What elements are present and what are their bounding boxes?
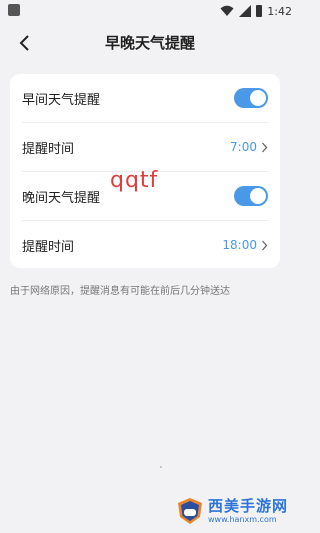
evening-time-value[interactable]: 18:00 [222,238,268,252]
toggle-knob [250,90,266,106]
overlay-text: qqtf [110,168,159,193]
evening-reminder-label: 晚间天气提醒 [22,190,101,206]
watermark-title: 西美手游网 [208,496,289,515]
morning-reminder-label: 早间天气提醒 [22,92,101,108]
status-icons: 1:42 [220,3,292,19]
status-time: 1:42 [267,4,292,18]
evening-reminder-toggle[interactable] [234,186,268,206]
watermark-url: www.hanxm.com [208,514,277,524]
toggle-knob [250,188,266,204]
evening-time-label: 提醒时间 [22,239,75,255]
battery-icon [256,5,263,17]
notification-icon [8,4,20,16]
watermark: 西美手游网 www.hanxm.com [176,494,296,528]
status-bar: 1:42 [0,0,300,24]
shield-logo-icon [178,498,202,524]
chevron-right-icon [262,240,268,250]
signal-icon [239,5,252,17]
morning-time-text: 7:00 [230,140,257,154]
morning-reminder-toggle[interactable] [234,88,268,108]
morning-time-row[interactable]: 提醒时间 7:00 [22,123,268,171]
divider-dot [160,466,162,468]
morning-time-label: 提醒时间 [22,141,75,157]
morning-time-value[interactable]: 7:00 [230,140,268,154]
wifi-icon [220,5,234,16]
delivery-note: 由于网络原因，提醒消息有可能在前后几分钟送达 [10,286,230,297]
app-bar: 早晚天气提醒 [0,26,300,60]
morning-reminder-row[interactable]: 早间天气提醒 [22,74,268,122]
evening-time-text: 18:00 [222,238,257,252]
evening-time-row[interactable]: 提醒时间 18:00 [22,221,268,269]
chevron-right-icon [262,142,268,152]
watermark-text: 西美手游网 www.hanxm.com [208,496,289,524]
page-title: 早晚天气提醒 [104,34,195,52]
